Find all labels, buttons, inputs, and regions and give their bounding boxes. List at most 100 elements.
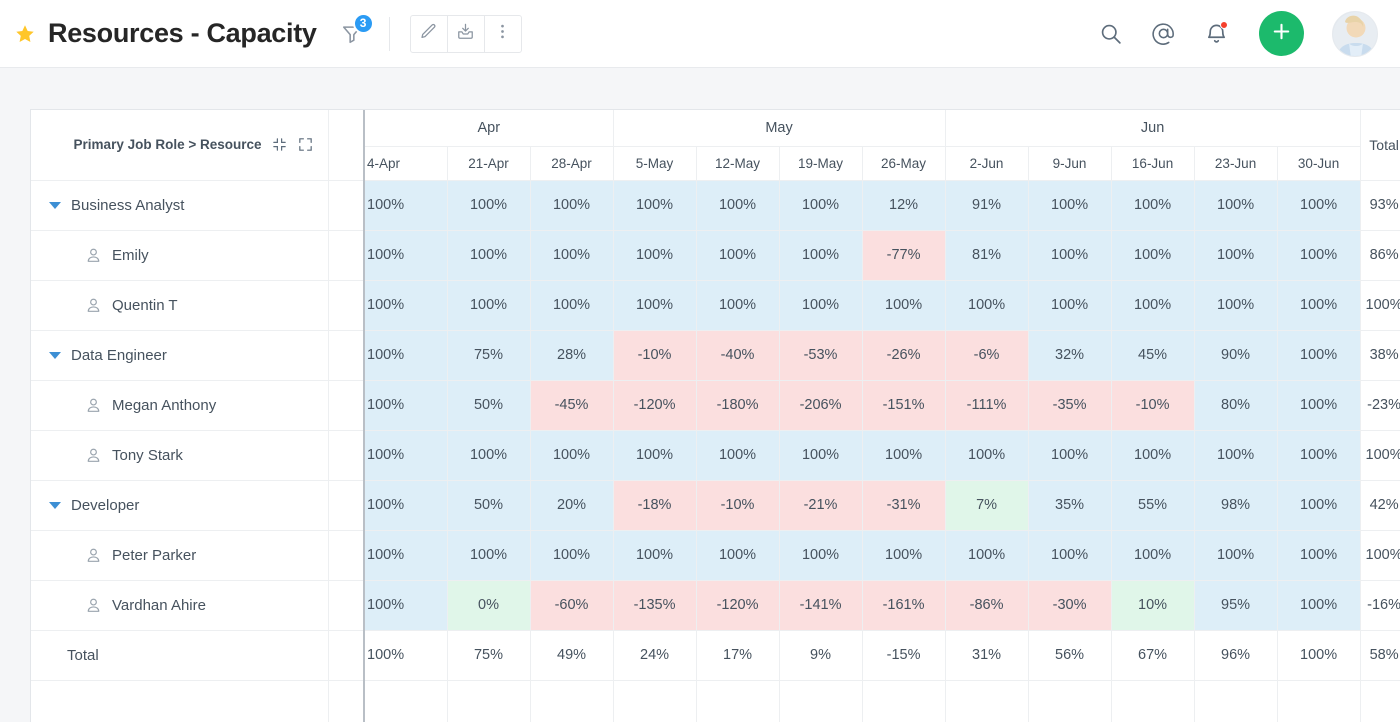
capacity-cell[interactable]: -120%	[696, 580, 780, 631]
capacity-cell[interactable]: -35%	[1028, 380, 1112, 431]
capacity-cell[interactable]: -6%	[945, 330, 1029, 381]
capacity-cell[interactable]: 50%	[447, 380, 531, 431]
capacity-cell[interactable]: 100%	[364, 630, 448, 681]
week-header-19-may[interactable]: 19-May	[779, 146, 863, 181]
capacity-cell[interactable]: 100%	[1028, 430, 1112, 481]
capacity-cell[interactable]: 32%	[1028, 330, 1112, 381]
capacity-cell[interactable]: 100%	[447, 230, 531, 281]
capacity-cell[interactable]: 100%	[1028, 280, 1112, 331]
more-options-button[interactable]	[483, 14, 522, 53]
capacity-cell[interactable]: 75%	[447, 330, 531, 381]
capacity-cell[interactable]: 100%	[613, 230, 697, 281]
row-total-cell[interactable]: 100%	[1359, 530, 1400, 581]
capacity-cell[interactable]: -180%	[696, 380, 780, 431]
add-button[interactable]	[1259, 11, 1304, 56]
collapse-all-icon[interactable]	[271, 136, 288, 153]
capacity-cell[interactable]: 24%	[613, 630, 697, 681]
row-total-cell[interactable]: 93%	[1359, 180, 1400, 231]
chevron-down-icon[interactable]	[49, 201, 61, 209]
capacity-cell[interactable]: 100%	[862, 430, 946, 481]
capacity-cell[interactable]: 17%	[696, 630, 780, 681]
capacity-cell[interactable]: 100%	[945, 280, 1029, 331]
capacity-cell[interactable]: -30%	[1028, 580, 1112, 631]
capacity-cell[interactable]: 50%	[447, 480, 531, 531]
row-label-cell[interactable]: Megan Anthony	[31, 380, 329, 431]
capacity-cell[interactable]: 100%	[447, 280, 531, 331]
capacity-cell[interactable]: 12%	[862, 180, 946, 231]
week-header-4-apr[interactable]: 4-Apr	[364, 146, 448, 181]
capacity-cell[interactable]: 100%	[1111, 230, 1195, 281]
capacity-cell[interactable]: 100%	[779, 430, 863, 481]
capacity-cell[interactable]: 55%	[1111, 480, 1195, 531]
capacity-cell[interactable]: 28%	[530, 330, 614, 381]
capacity-cell[interactable]: -26%	[862, 330, 946, 381]
capacity-cell[interactable]: 100%	[1277, 180, 1361, 231]
capacity-cell[interactable]: -161%	[862, 580, 946, 631]
capacity-cell[interactable]: 100%	[364, 380, 448, 431]
row-label-cell[interactable]: Total	[31, 630, 329, 681]
capacity-cell[interactable]: 81%	[945, 230, 1029, 281]
week-header-21-apr[interactable]: 21-Apr	[447, 146, 531, 181]
row-total-cell[interactable]: -23%	[1359, 380, 1400, 431]
row-label-cell[interactable]: Business Analyst	[31, 180, 329, 231]
capacity-cell[interactable]: 31%	[945, 630, 1029, 681]
row-total-cell[interactable]: 86%	[1359, 230, 1400, 281]
capacity-cell[interactable]: -18%	[613, 480, 697, 531]
capacity-cell[interactable]: 0%	[447, 580, 531, 631]
capacity-cell[interactable]: 100%	[862, 280, 946, 331]
capacity-cell[interactable]: -206%	[779, 380, 863, 431]
capacity-cell[interactable]: 100%	[1111, 280, 1195, 331]
expand-full-icon[interactable]	[297, 136, 314, 153]
edit-button[interactable]	[409, 14, 448, 53]
week-header-30-jun[interactable]: 30-Jun	[1277, 146, 1361, 181]
capacity-cell[interactable]: 100%	[364, 280, 448, 331]
capacity-cell[interactable]: 98%	[1194, 480, 1278, 531]
capacity-cell[interactable]: 100%	[1277, 380, 1361, 431]
capacity-cell[interactable]: 100%	[1194, 180, 1278, 231]
capacity-cell[interactable]: 96%	[1194, 630, 1278, 681]
row-total-cell[interactable]: 100%	[1359, 430, 1400, 481]
capacity-cell[interactable]: 100%	[1194, 430, 1278, 481]
capacity-cell[interactable]: 7%	[945, 480, 1029, 531]
capacity-cell[interactable]: 100%	[364, 330, 448, 381]
capacity-cell[interactable]: 35%	[1028, 480, 1112, 531]
week-header-2-jun[interactable]: 2-Jun	[945, 146, 1029, 181]
capacity-cell[interactable]: -15%	[862, 630, 946, 681]
week-header-28-apr[interactable]: 28-Apr	[530, 146, 614, 181]
row-total-cell[interactable]: 38%	[1359, 330, 1400, 381]
row-label-cell[interactable]: Developer	[31, 480, 329, 531]
capacity-cell[interactable]: -141%	[779, 580, 863, 631]
capacity-cell[interactable]: 45%	[1111, 330, 1195, 381]
capacity-cell[interactable]: 20%	[530, 480, 614, 531]
export-button[interactable]	[446, 14, 485, 53]
capacity-cell[interactable]: 100%	[779, 280, 863, 331]
capacity-cell[interactable]: 100%	[1028, 230, 1112, 281]
row-label-cell[interactable]: Vardhan Ahire	[31, 580, 329, 631]
week-header-12-may[interactable]: 12-May	[696, 146, 780, 181]
row-label-cell[interactable]: Peter Parker	[31, 530, 329, 581]
capacity-cell[interactable]: -10%	[696, 480, 780, 531]
week-header-9-jun[interactable]: 9-Jun	[1028, 146, 1112, 181]
capacity-cell[interactable]: 100%	[779, 230, 863, 281]
capacity-cell[interactable]: 100%	[1028, 180, 1112, 231]
capacity-cell[interactable]: 80%	[1194, 380, 1278, 431]
capacity-cell[interactable]: 100%	[696, 230, 780, 281]
capacity-cell[interactable]: 100%	[1277, 430, 1361, 481]
capacity-cell[interactable]: 100%	[1028, 530, 1112, 581]
capacity-cell[interactable]: 90%	[1194, 330, 1278, 381]
capacity-cell[interactable]: 100%	[779, 180, 863, 231]
capacity-cell[interactable]: 49%	[530, 630, 614, 681]
star-icon[interactable]	[14, 23, 36, 45]
capacity-cell[interactable]: 100%	[696, 430, 780, 481]
capacity-cell[interactable]: 100%	[364, 580, 448, 631]
chevron-down-icon[interactable]	[49, 501, 61, 509]
row-total-cell[interactable]: 58%	[1359, 630, 1400, 681]
capacity-cell[interactable]: 100%	[613, 280, 697, 331]
capacity-cell[interactable]: -53%	[779, 330, 863, 381]
capacity-cell[interactable]: 100%	[613, 180, 697, 231]
week-header-26-may[interactable]: 26-May	[862, 146, 946, 181]
capacity-cell[interactable]: -135%	[613, 580, 697, 631]
capacity-cell[interactable]: 100%	[530, 280, 614, 331]
capacity-cell[interactable]: 100%	[1277, 480, 1361, 531]
row-label-cell[interactable]: Tony Stark	[31, 430, 329, 481]
